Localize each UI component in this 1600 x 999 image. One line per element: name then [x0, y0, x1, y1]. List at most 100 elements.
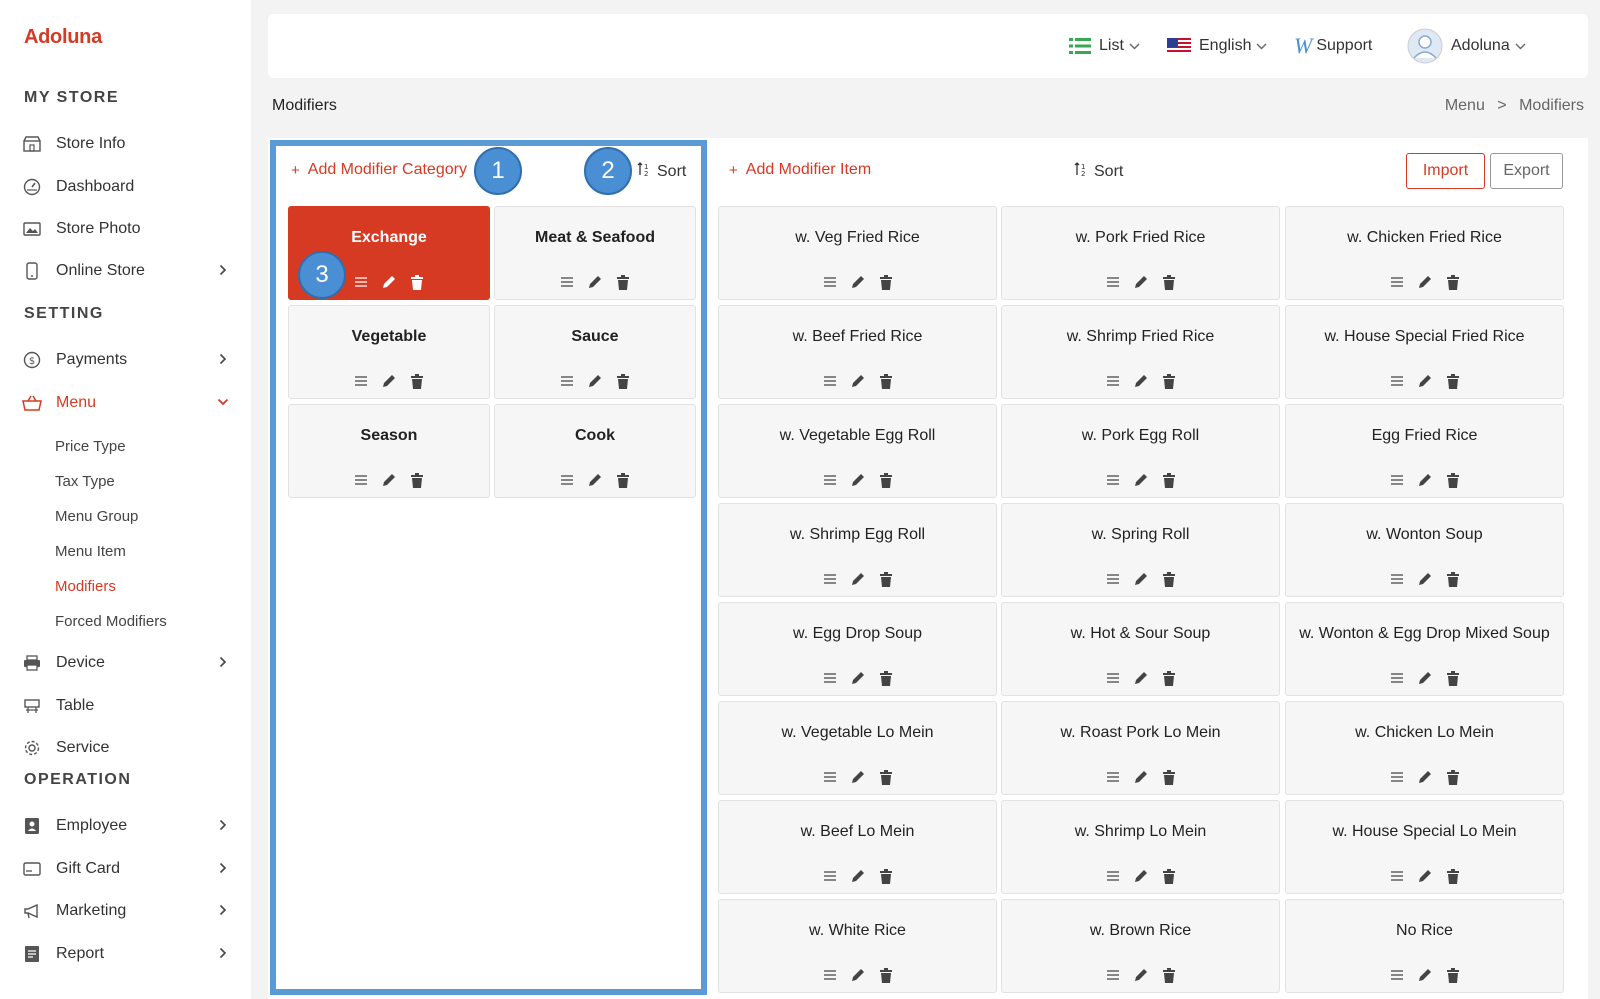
trash-icon[interactable]	[878, 471, 894, 489]
drag-handle-icon[interactable]	[1389, 372, 1405, 390]
drag-handle-icon[interactable]	[1105, 471, 1121, 489]
trash-icon[interactable]	[878, 273, 894, 291]
trash-icon[interactable]	[1445, 273, 1461, 291]
edit-pencil-icon[interactable]	[1133, 273, 1149, 291]
modifier-item-card[interactable]: w. Vegetable Egg Roll	[718, 404, 997, 498]
trash-icon[interactable]	[1445, 867, 1461, 885]
trash-icon[interactable]	[1161, 768, 1177, 786]
edit-pencil-icon[interactable]	[1133, 669, 1149, 687]
trash-icon[interactable]	[878, 966, 894, 984]
drag-handle-icon[interactable]	[1389, 867, 1405, 885]
modifier-item-card[interactable]: w. Spring Roll	[1001, 503, 1280, 597]
modifier-item-card[interactable]: w. Wonton Soup	[1285, 503, 1564, 597]
edit-pencil-icon[interactable]	[850, 867, 866, 885]
modifier-item-card[interactable]: w. Vegetable Lo Mein	[718, 701, 997, 795]
edit-pencil-icon[interactable]	[850, 966, 866, 984]
trash-icon[interactable]	[1445, 768, 1461, 786]
trash-icon[interactable]	[1161, 273, 1177, 291]
sidebar-subitem-menu-group[interactable]: Menu Group	[55, 508, 138, 525]
drag-handle-icon[interactable]	[822, 669, 838, 687]
sidebar-item-device[interactable]: Device	[22, 650, 232, 676]
edit-pencil-icon[interactable]	[1133, 471, 1149, 489]
brand-logo[interactable]: Adoluna	[24, 26, 102, 49]
modifier-item-card[interactable]: w. Hot & Sour Soup	[1001, 602, 1280, 696]
sidebar-subitem-price-type[interactable]: Price Type	[55, 438, 126, 455]
modifier-item-card[interactable]: w. Shrimp Lo Mein	[1001, 800, 1280, 894]
edit-pencil-icon[interactable]	[1417, 669, 1433, 687]
trash-icon[interactable]	[1161, 372, 1177, 390]
modifier-item-card[interactable]: w. Veg Fried Rice	[718, 206, 997, 300]
drag-handle-icon[interactable]	[1105, 966, 1121, 984]
edit-pencil-icon[interactable]	[1133, 966, 1149, 984]
trash-icon[interactable]	[878, 768, 894, 786]
sidebar-subitem-modifiers[interactable]: Modifiers	[55, 578, 116, 595]
view-mode-dropdown[interactable]: List	[1069, 14, 1140, 78]
sidebar-item-store-info[interactable]: Store Info	[22, 131, 232, 157]
sidebar-item-store-photo[interactable]: Store Photo	[22, 216, 232, 242]
drag-handle-icon[interactable]	[1105, 570, 1121, 588]
trash-icon[interactable]	[1445, 966, 1461, 984]
trash-icon[interactable]	[1445, 372, 1461, 390]
trash-icon[interactable]	[1445, 669, 1461, 687]
edit-pencil-icon[interactable]	[1133, 372, 1149, 390]
edit-pencil-icon[interactable]	[1133, 867, 1149, 885]
drag-handle-icon[interactable]	[1105, 669, 1121, 687]
drag-handle-icon[interactable]	[1389, 669, 1405, 687]
drag-handle-icon[interactable]	[822, 273, 838, 291]
trash-icon[interactable]	[1161, 570, 1177, 588]
drag-handle-icon[interactable]	[1389, 570, 1405, 588]
modifier-item-card[interactable]: w. Pork Egg Roll	[1001, 404, 1280, 498]
sidebar-item-dashboard[interactable]: Dashboard	[22, 174, 232, 200]
sidebar-item-table[interactable]: Table	[22, 693, 232, 719]
drag-handle-icon[interactable]	[822, 372, 838, 390]
drag-handle-icon[interactable]	[822, 966, 838, 984]
edit-pencil-icon[interactable]	[1133, 570, 1149, 588]
sort-items-button[interactable]: 12 Sort	[1074, 161, 1123, 182]
sidebar-item-online-store[interactable]: Online Store	[22, 258, 232, 284]
edit-pencil-icon[interactable]	[1417, 867, 1433, 885]
trash-icon[interactable]	[1161, 867, 1177, 885]
drag-handle-icon[interactable]	[822, 768, 838, 786]
drag-handle-icon[interactable]	[1105, 372, 1121, 390]
trash-icon[interactable]	[878, 372, 894, 390]
edit-pencil-icon[interactable]	[850, 669, 866, 687]
breadcrumb-menu[interactable]: Menu	[1445, 97, 1485, 114]
modifier-item-card[interactable]: w. Chicken Lo Mein	[1285, 701, 1564, 795]
modifier-item-card[interactable]: w. Chicken Fried Rice	[1285, 206, 1564, 300]
edit-pencil-icon[interactable]	[850, 471, 866, 489]
drag-handle-icon[interactable]	[1389, 966, 1405, 984]
sidebar-subitem-tax-type[interactable]: Tax Type	[55, 473, 115, 490]
import-button[interactable]: Import	[1406, 153, 1485, 189]
edit-pencil-icon[interactable]	[1417, 768, 1433, 786]
edit-pencil-icon[interactable]	[1417, 471, 1433, 489]
sidebar-item-service[interactable]: Service	[22, 735, 232, 761]
modifier-item-card[interactable]: w. Roast Pork Lo Mein	[1001, 701, 1280, 795]
drag-handle-icon[interactable]	[1105, 273, 1121, 291]
modifier-item-card[interactable]: w. Shrimp Fried Rice	[1001, 305, 1280, 399]
sidebar-item-gift-card[interactable]: Gift Card	[22, 856, 232, 882]
edit-pencil-icon[interactable]	[1417, 570, 1433, 588]
drag-handle-icon[interactable]	[822, 471, 838, 489]
trash-icon[interactable]	[1161, 669, 1177, 687]
language-dropdown[interactable]: English	[1167, 14, 1267, 78]
sidebar-subitem-menu-item[interactable]: Menu Item	[55, 543, 126, 560]
user-menu-dropdown[interactable]: Adoluna	[1407, 14, 1526, 78]
drag-handle-icon[interactable]	[1105, 867, 1121, 885]
modifier-item-card[interactable]: w. Egg Drop Soup	[718, 602, 997, 696]
edit-pencil-icon[interactable]	[1133, 768, 1149, 786]
trash-icon[interactable]	[1445, 570, 1461, 588]
edit-pencil-icon[interactable]	[850, 273, 866, 291]
drag-handle-icon[interactable]	[1389, 768, 1405, 786]
drag-handle-icon[interactable]	[1389, 273, 1405, 291]
add-modifier-item-button[interactable]: + Add Modifier Item	[729, 161, 871, 179]
modifier-item-card[interactable]: w. House Special Lo Mein	[1285, 800, 1564, 894]
trash-icon[interactable]	[1161, 471, 1177, 489]
drag-handle-icon[interactable]	[822, 570, 838, 588]
trash-icon[interactable]	[1445, 471, 1461, 489]
trash-icon[interactable]	[878, 570, 894, 588]
support-link[interactable]: W Support	[1294, 14, 1372, 78]
sidebar-item-payments[interactable]: $ Payments	[22, 347, 232, 373]
modifier-item-card[interactable]: w. Shrimp Egg Roll	[718, 503, 997, 597]
modifier-item-card[interactable]: w. Brown Rice	[1001, 899, 1280, 993]
modifier-item-card[interactable]: w. Pork Fried Rice	[1001, 206, 1280, 300]
